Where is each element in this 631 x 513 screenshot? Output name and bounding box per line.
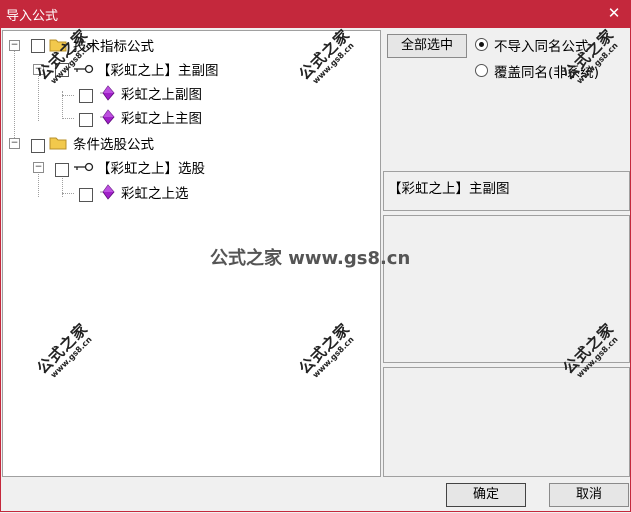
tree-checkbox[interactable]	[79, 89, 93, 103]
select-all-button[interactable]: 全部选中	[387, 34, 467, 58]
notes-box	[383, 367, 630, 477]
watermark-center: 公式之家 www.gs8.cn	[210, 248, 411, 269]
tree-checkbox[interactable]	[79, 113, 93, 127]
tree-item-label: 彩虹之上主图	[121, 111, 202, 127]
skip-duplicate-radio[interactable]	[475, 38, 488, 51]
formula-icon	[100, 85, 115, 101]
close-icon[interactable]: ✕	[605, 4, 623, 22]
formula-icon	[100, 184, 115, 200]
collapse-icon[interactable]: −	[33, 162, 44, 173]
tree-item-label: 条件选股公式	[73, 137, 154, 153]
tree-item-label: 彩虹之上选	[121, 186, 189, 202]
tree-checkbox[interactable]	[31, 39, 45, 53]
tree-item-label: 【彩虹之上】主副图	[97, 63, 219, 79]
collapse-icon[interactable]: −	[9, 138, 20, 149]
tree-item[interactable]: 彩虹之上主图	[3, 106, 303, 128]
tree-item[interactable]: − 技术指标公式	[3, 34, 303, 56]
key-icon	[74, 64, 94, 74]
tree-item[interactable]: 彩虹之上选	[3, 181, 303, 203]
tree-checkbox[interactable]	[31, 139, 45, 153]
tree-item[interactable]: − 条件选股公式	[3, 132, 303, 154]
window-title: 导入公式	[6, 9, 59, 24]
cancel-button[interactable]: 取消	[549, 483, 629, 507]
selected-formula-box: 【彩虹之上】主副图	[383, 171, 630, 211]
tree-item-label: 彩虹之上副图	[121, 87, 202, 103]
skip-duplicate-label: 不导入同名公式	[494, 39, 589, 55]
tree-checkbox[interactable]	[55, 163, 69, 177]
overwrite-duplicate-radio[interactable]	[475, 64, 488, 77]
selected-formula-name: 【彩虹之上】主副图	[388, 181, 510, 197]
tree-item-label: 【彩虹之上】选股	[97, 161, 205, 177]
formula-icon	[100, 109, 115, 125]
folder-icon	[49, 137, 67, 150]
key-icon	[74, 162, 94, 172]
tree-item[interactable]: − 【彩虹之上】选股	[3, 156, 303, 178]
tree-checkbox[interactable]	[79, 188, 93, 202]
collapse-icon[interactable]: −	[9, 40, 20, 51]
ok-button[interactable]: 确定	[446, 483, 526, 507]
title-bar: 导入公式 ✕	[0, 0, 631, 28]
